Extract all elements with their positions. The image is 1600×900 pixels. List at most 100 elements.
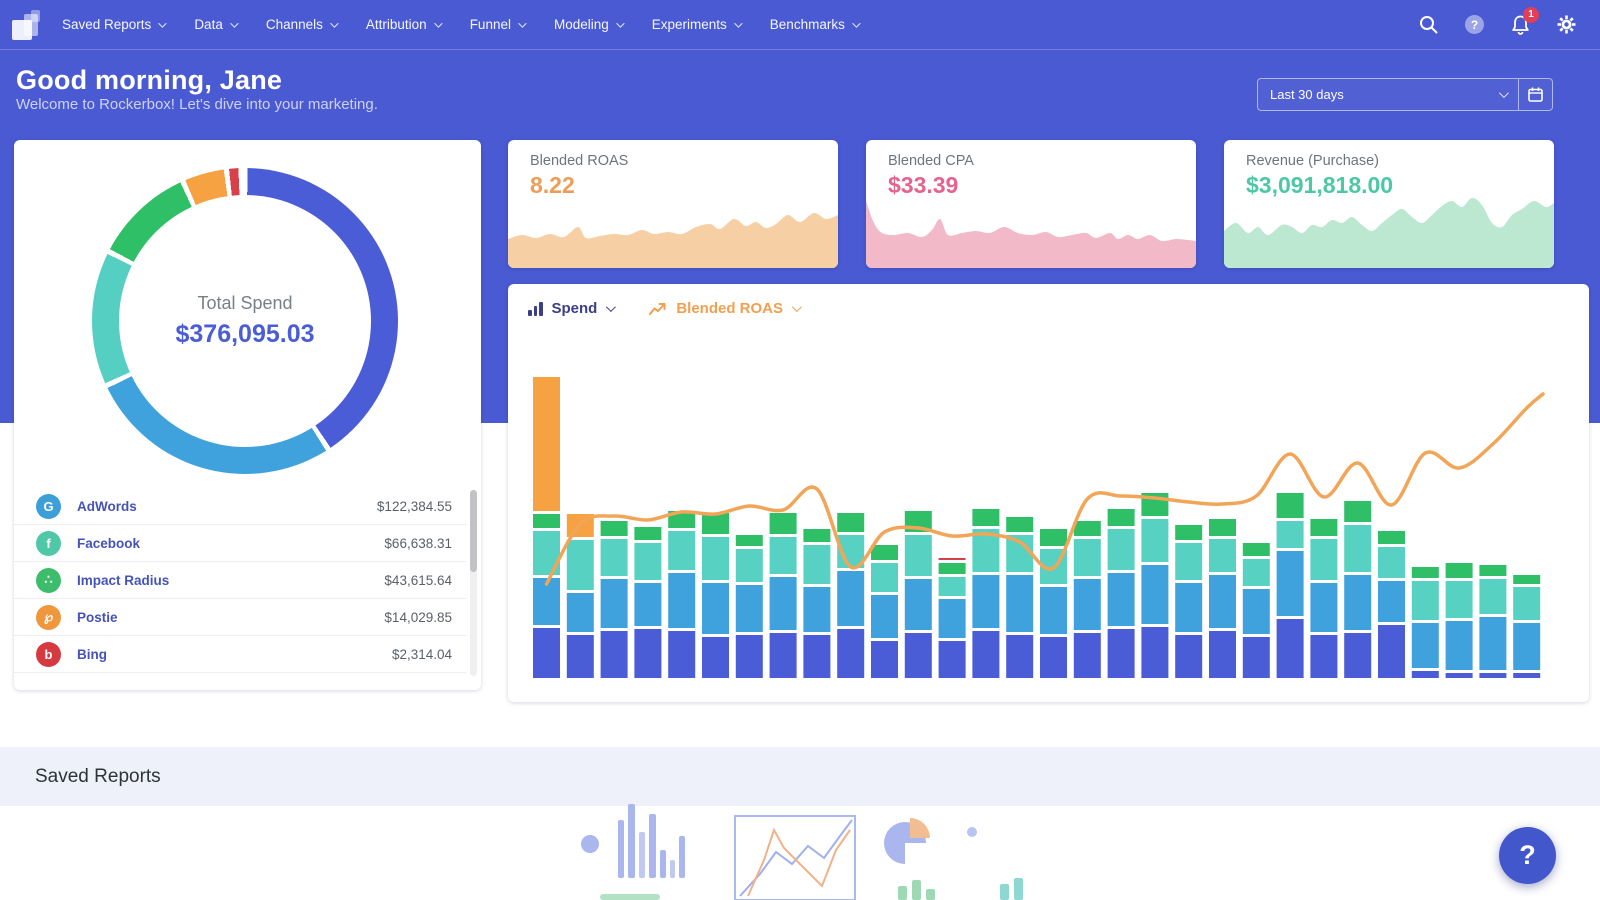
nav-item-modeling[interactable]: Modeling [554,17,622,32]
bar-segment[interactable] [533,514,560,528]
bar-segment[interactable] [939,641,966,678]
bar-segment[interactable] [1175,583,1202,632]
notifications-bell-icon[interactable]: 1 [1508,13,1532,37]
bar-segment[interactable] [1446,673,1473,678]
revenue-card[interactable]: Revenue (Purchase) $3,091,818.00 [1224,140,1554,268]
bar-segment[interactable] [1141,519,1168,562]
bar-segment[interactable] [1175,635,1202,678]
spend-donut-chart[interactable]: Total Spend $376,095.03 [92,168,398,474]
bar-segment[interactable] [1310,519,1337,536]
bar-segment[interactable] [1006,575,1033,632]
nav-item-benchmarks[interactable]: Benchmarks [770,17,858,32]
nav-item-funnel[interactable]: Funnel [470,17,524,32]
bar-segment[interactable] [1209,575,1236,628]
bar-segment[interactable] [601,539,628,576]
bar-segment[interactable] [939,599,966,638]
legend-row-postie[interactable]: ℘Postie$14,029.85 [14,599,466,636]
bar-segment[interactable] [871,545,898,560]
bar-segment[interactable] [905,579,932,630]
nav-item-attribution[interactable]: Attribution [366,17,440,32]
bar-segment[interactable] [567,593,594,632]
bar-segment[interactable] [1344,575,1371,630]
bar-segment[interactable] [1108,629,1135,678]
bar-segment[interactable] [837,513,864,532]
bar-segment[interactable] [1479,617,1506,670]
bar-segment[interactable] [1108,573,1135,626]
bar-segment[interactable] [939,577,966,596]
bar-segment[interactable] [634,543,661,580]
calendar-button[interactable] [1519,78,1553,111]
bar-segment[interactable] [972,575,999,628]
help-icon[interactable]: ? [1462,13,1486,37]
bar-segment[interactable] [1108,509,1135,526]
bar-segment[interactable] [1141,565,1168,624]
bar-segment[interactable] [1243,637,1270,678]
bar-segment[interactable] [567,635,594,678]
nav-item-data[interactable]: Data [194,17,236,32]
bar-segment[interactable] [1344,501,1371,522]
bar-segment[interactable] [1175,525,1202,540]
bar-segment[interactable] [1040,587,1067,634]
bar-segment[interactable] [1243,589,1270,634]
bar-segment[interactable] [702,583,729,634]
legend-scrollbar-thumb[interactable] [470,490,477,572]
bar-segment[interactable] [1040,529,1067,546]
bar-segment[interactable] [1243,543,1270,556]
bar-segment[interactable] [668,531,695,570]
bar-segment[interactable] [1209,539,1236,572]
legend-row-impact-radius[interactable]: ∴Impact Radius$43,615.64 [14,562,466,599]
bar-segment[interactable] [1446,563,1473,578]
bar-segment[interactable] [803,529,830,542]
nav-item-experiments[interactable]: Experiments [652,17,740,32]
bar-segment[interactable] [1209,631,1236,678]
bar-segment[interactable] [972,631,999,678]
bar-segment[interactable] [1344,633,1371,678]
bar-segment[interactable] [905,535,932,576]
bar-segment[interactable] [803,635,830,678]
bar-segment[interactable] [1175,543,1202,580]
bar-segment[interactable] [1277,619,1304,678]
bar-segment[interactable] [634,583,661,626]
metric-select-blended-roas[interactable]: Blended ROAS [649,300,799,317]
bar-segment[interactable] [702,537,729,580]
bar-segment[interactable] [939,558,966,560]
bar-segment[interactable] [1310,635,1337,678]
bar-segment[interactable] [1479,579,1506,614]
blended-roas-card[interactable]: Blended ROAS 8.22 [508,140,838,268]
bar-segment[interactable] [533,377,560,511]
bar-segment[interactable] [1074,539,1101,576]
bar-segment[interactable] [601,521,628,536]
bar-segment[interactable] [1006,517,1033,532]
bar-segment[interactable] [1378,581,1405,622]
bar-segment[interactable] [736,535,763,546]
bar-segment[interactable] [770,513,797,534]
bar-segment[interactable] [1310,583,1337,632]
search-icon[interactable] [1416,13,1440,37]
bar-segment[interactable] [837,571,864,626]
legend-row-adwords[interactable]: GAdWords$122,384.55 [14,488,466,525]
bar-segment[interactable] [1378,625,1405,678]
bar-segment[interactable] [1243,559,1270,586]
bar-segment[interactable] [736,549,763,582]
bar-segment[interactable] [871,595,898,638]
bar-segment[interactable] [1513,673,1540,678]
bar-segment[interactable] [1412,581,1439,620]
bar-segment[interactable] [1412,671,1439,678]
bar-segment[interactable] [1513,587,1540,620]
bar-segment[interactable] [1412,567,1439,578]
bar-segment[interactable] [1513,623,1540,670]
rockerbox-logo[interactable] [12,10,42,40]
bar-segment[interactable] [533,628,560,678]
bar-segment[interactable] [1074,579,1101,630]
date-range-select[interactable]: Last 30 days [1257,78,1519,111]
bar-segment[interactable] [770,537,797,574]
bar-segment[interactable] [1412,623,1439,668]
bar-segment[interactable] [736,635,763,678]
bar-segment[interactable] [668,631,695,678]
bar-segment[interactable] [1310,539,1337,580]
bar-segment[interactable] [972,509,999,526]
bar-segment[interactable] [1277,493,1304,518]
bar-segment[interactable] [1479,565,1506,576]
bar-segment[interactable] [1108,529,1135,570]
metric-select-spend[interactable]: Spend [528,300,613,317]
